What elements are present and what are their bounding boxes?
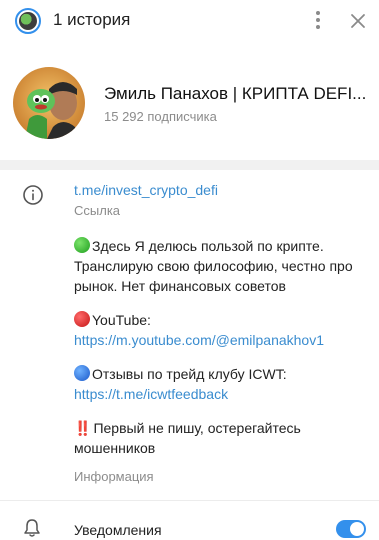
channel-profile: Эмиль Панахов | КРИПТА DEFI... 15 292 по… <box>0 42 379 160</box>
bell-icon <box>24 519 40 537</box>
green-circle-icon <box>74 237 90 253</box>
notifications-toggle[interactable] <box>336 520 366 538</box>
more-options-icon[interactable] <box>310 9 326 33</box>
story-avatar[interactable] <box>15 8 41 34</box>
top-bar: 1 история <box>0 0 379 42</box>
subscriber-count: 15 292 подписчика <box>104 109 217 124</box>
channel-avatar[interactable] <box>13 67 85 139</box>
section-divider <box>0 160 379 170</box>
blue-circle-icon <box>74 365 90 381</box>
red-circle-icon <box>74 311 90 327</box>
feedback-link[interactable]: https://t.me/icwtfeedback <box>74 386 228 402</box>
double-exclamation-icon: ‼️ <box>74 420 91 436</box>
description-line: ‼️ Первый не пишу, остерегайтесь мошенник… <box>74 420 301 456</box>
story-count-title[interactable]: 1 история <box>53 10 130 30</box>
channel-name: Эмиль Панахов | КРИПТА DEFI... <box>104 84 367 103</box>
channel-description: Здесь Я делюсь пользой по крипте. Трансл… <box>74 236 370 458</box>
channel-link[interactable]: t.me/invest_crypto_defi <box>74 182 218 198</box>
notifications-label: Уведомления <box>74 522 162 538</box>
description-caption: Информация <box>74 469 154 484</box>
notifications-divider <box>0 500 379 501</box>
info-icon <box>23 185 43 205</box>
close-icon[interactable] <box>346 9 370 33</box>
description-line: Отзывы по трейд клубу ICWT: <box>74 364 370 384</box>
youtube-link[interactable]: https://m.youtube.com/@emilpanakhov1 <box>74 332 324 348</box>
link-caption: Ссылка <box>74 203 121 218</box>
description-line: Здесь Я делюсь пользой по крипте. Трансл… <box>74 237 353 294</box>
description-line: YouTube: <box>74 310 370 330</box>
